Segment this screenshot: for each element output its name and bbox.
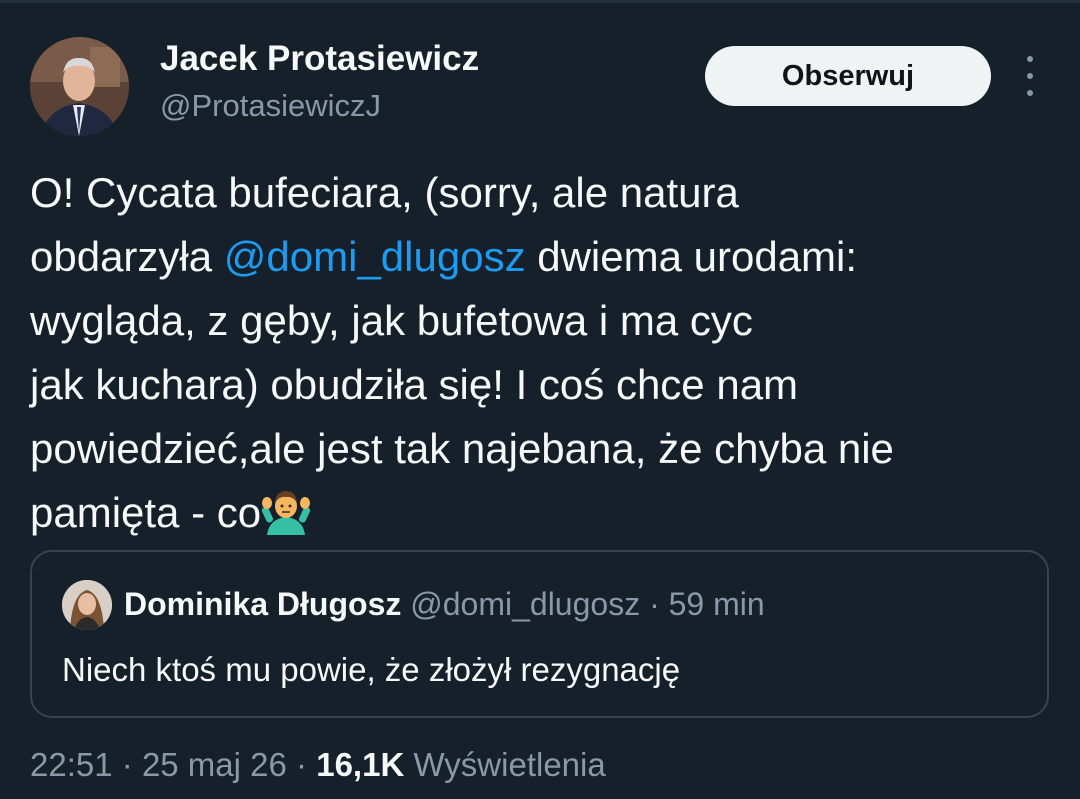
author-handle[interactable]: @ProtasiewiczJ: [160, 86, 381, 126]
person-shrugging-emoji-icon: [261, 491, 311, 535]
quote-author-avatar[interactable]: [62, 580, 112, 630]
author-avatar-icon: [30, 37, 129, 136]
meta-separator: ·: [296, 746, 308, 783]
tweet-line: jak kuchara) obudziła się! I coś chce na…: [30, 361, 799, 408]
tweet-text-segment: dwiema urodami:: [525, 233, 858, 280]
tweet-text-segment: obdarzyła: [30, 233, 224, 280]
views-label[interactable]: Wyświetlenia: [413, 746, 605, 783]
tweet-line: O! Cycata bufeciara, (sorry, ale natura: [30, 169, 739, 216]
quote-header: Dominika Długosz @domi_dlugosz · 59 min: [124, 584, 765, 624]
more-options-icon[interactable]: [1013, 56, 1047, 96]
follow-button[interactable]: Obserwuj: [705, 46, 991, 106]
tweet-date[interactable]: 25 maj 26: [142, 746, 287, 783]
quote-author-handle: @domi_dlugosz: [410, 586, 641, 622]
top-divider: [0, 0, 1080, 3]
tweet-text-segment: pamięta - co: [30, 489, 262, 536]
quote-text: Niech ktoś mu powie, że złożył rezygnacj…: [62, 651, 681, 688]
author-avatar[interactable]: [30, 37, 129, 136]
tweet-line: powiedzieć,ale jest tak najebana, że chy…: [30, 425, 894, 472]
quoted-tweet-card[interactable]: Dominika Długosz @domi_dlugosz · 59 min …: [30, 550, 1049, 718]
mention-link[interactable]: @domi_dlugosz: [224, 233, 526, 280]
dot: [1027, 56, 1033, 62]
quote-time[interactable]: 59 min: [669, 586, 765, 622]
author-name[interactable]: Jacek Protasiewicz: [160, 38, 479, 80]
quote-author-avatar-icon: [62, 580, 112, 630]
tweet-text: O! Cycata bufeciara, (sorry, ale natura …: [30, 161, 1060, 545]
meta-separator: ·: [121, 746, 133, 783]
views-count[interactable]: 16,1K: [316, 746, 404, 783]
tweet-meta: 22:51 · 25 maj 26 · 16,1K Wyświetlenia: [30, 743, 606, 787]
quote-author-name[interactable]: Dominika Długosz: [124, 586, 401, 622]
quote-separator: ·: [649, 586, 660, 622]
tweet-line: obdarzyła @domi_dlugosz dwiema urodami:: [30, 225, 1060, 289]
tweet-time[interactable]: 22:51: [30, 746, 113, 783]
tweet-line: pamięta - co: [30, 481, 1060, 545]
dot: [1027, 73, 1033, 79]
tweet-detail-screen: Jacek Protasiewicz @ProtasiewiczJ Obserw…: [0, 0, 1080, 799]
dot: [1027, 90, 1033, 96]
tweet-line: wygląda, z gęby, jak bufetowa i ma cyc: [30, 297, 753, 344]
